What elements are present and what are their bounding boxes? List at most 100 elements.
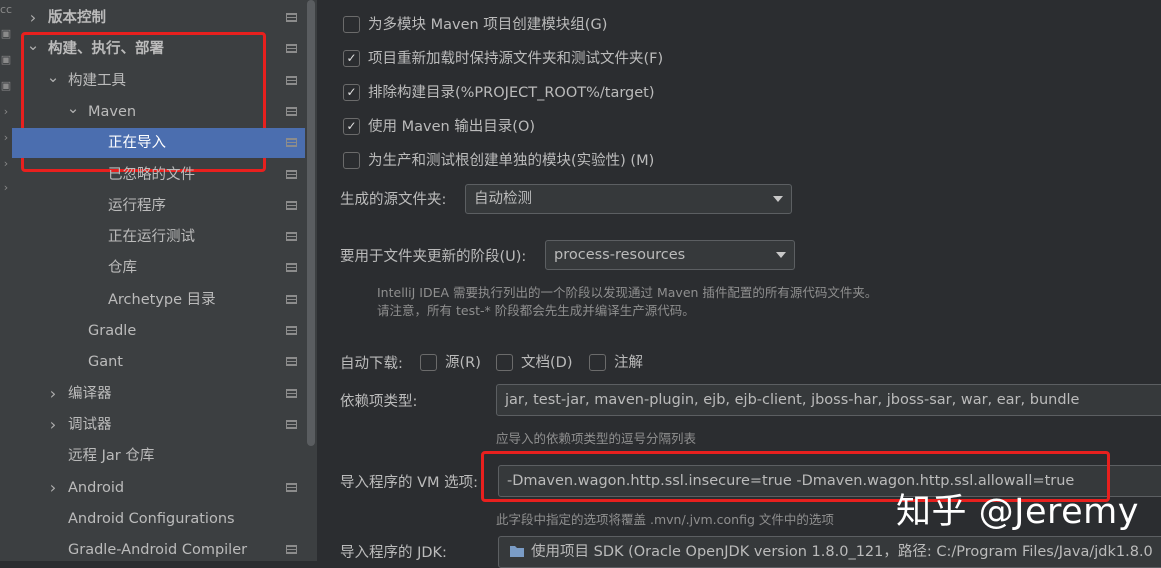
tree-item-label: Archetype 目录: [108, 291, 216, 308]
tree-item-label: 编译器: [68, 385, 112, 402]
project-level-icon: [286, 263, 297, 273]
dependency-types-input[interactable]: jar, test-jar, maven-plugin, ejb, ejb-cl…: [496, 384, 1161, 416]
jdk-dropdown[interactable]: 使用项目 SDK (Oracle OpenJDK version 1.8.0_1…: [498, 536, 1161, 568]
jdk-label: 导入程序的 JDK:: [340, 545, 447, 561]
tool-icon[interactable]: ▣: [0, 78, 12, 94]
tree-item-4[interactable]: 正在导入: [12, 128, 305, 159]
dropdown-value: process-resources: [554, 247, 686, 263]
tree-item-label: 构建工具: [68, 72, 126, 89]
tree-item-12[interactable]: › 编译器: [12, 379, 305, 409]
tree-item-label: 已忽略的文件: [108, 166, 195, 183]
tree-item-11[interactable]: Gant: [12, 347, 305, 377]
dependency-types-hint: 应导入的依赖项类型的逗号分隔列表: [496, 431, 697, 446]
tree-item-3[interactable]: ⌄ Maven: [12, 97, 305, 127]
project-level-icon: [286, 419, 297, 429]
project-level-icon: [286, 326, 297, 335]
phase-hint-line2: 请注意，所有 test-* 阶段都会先生成并编译生产源代码。: [377, 303, 695, 318]
project-level-icon: [286, 482, 297, 492]
tree-item-label: 正在导入: [108, 135, 166, 152]
chevron-right-icon[interactable]: ›: [0, 180, 12, 196]
tree-item-label: Gant: [88, 354, 123, 371]
generated-sources-label: 生成的源文件夹:: [340, 192, 447, 208]
tree-item-16[interactable]: Android Configurations: [12, 504, 305, 534]
scrollbar-thumb[interactable]: [307, 0, 315, 446]
tree-item-9[interactable]: Archetype 目录: [12, 285, 305, 315]
chevron-down-icon: [776, 252, 786, 258]
generated-sources-dropdown[interactable]: 自动检测: [465, 184, 792, 214]
chevron-down-icon[interactable]: ⌄: [66, 93, 80, 123]
chevron-right-icon[interactable]: ›: [0, 156, 12, 172]
tree-item-label: 正在运行测试: [108, 229, 195, 246]
tree-item-1[interactable]: ⌄ 构建、执行、部署: [12, 34, 305, 64]
phase-label: 要用于文件夹更新的阶段(U):: [340, 249, 527, 265]
chevron-right-icon[interactable]: ›: [46, 410, 60, 440]
chevron-right-icon[interactable]: ›: [46, 379, 60, 409]
chevron-right-icon[interactable]: ›: [26, 3, 40, 33]
tree-item-label: 远程 Jar 仓库: [68, 448, 155, 465]
dependency-types-label: 依赖项类型:: [340, 394, 418, 410]
checkbox-label: 文档(D): [521, 355, 573, 371]
tree-item-2[interactable]: ⌄ 构建工具: [12, 66, 305, 96]
chevron-right-icon[interactable]: ›: [0, 130, 12, 146]
checkbox-box[interactable]: [589, 354, 606, 371]
checkbox-box[interactable]: [343, 152, 360, 169]
tree-item-15[interactable]: › Android: [12, 473, 305, 503]
left-tool-strip: cc ▣ ▣ ▣ › › › ›: [0, 0, 12, 561]
tree-item-label: 仓库: [108, 260, 137, 277]
checkbox-box[interactable]: [496, 354, 513, 371]
tool-icon[interactable]: ▣: [0, 26, 12, 42]
project-level-icon: [286, 44, 297, 54]
project-level-icon: [286, 232, 297, 242]
project-level-icon: [286, 200, 297, 210]
tree-item-label: Maven: [88, 103, 137, 120]
tree-item-label: Gradle: [88, 323, 137, 339]
checkbox-label: 为多模块 Maven 项目创建模块组(G): [368, 17, 608, 33]
watermark: 知乎 @Jeremy: [896, 492, 1139, 532]
project-level-icon: [286, 169, 297, 179]
project-level-icon: [286, 75, 297, 85]
chevron-right-icon[interactable]: ›: [46, 473, 60, 503]
chevron-down-icon[interactable]: ⌄: [26, 30, 40, 60]
checkbox-label: 使用 Maven 输出目录(O): [368, 119, 536, 135]
input-value: jar, test-jar, maven-plugin, ejb, ejb-cl…: [505, 392, 1080, 408]
checkbox-box[interactable]: [343, 16, 360, 33]
tree-item-label: 运行程序: [108, 197, 166, 214]
project-level-icon: [286, 13, 297, 22]
tree-item-10[interactable]: Gradle: [12, 316, 305, 346]
phase-hint-line1: IntelliJ IDEA 需要执行列出的一个阶段以发现通过 Maven 插件配…: [377, 285, 878, 300]
tree-item-0[interactable]: › 版本控制: [12, 3, 305, 33]
sidebar-scrollbar[interactable]: [305, 0, 317, 561]
phase-dropdown[interactable]: process-resources: [545, 240, 795, 270]
dropdown-value: 自动检测: [474, 191, 532, 207]
project-level-icon: [286, 138, 297, 148]
tree-item-label: 构建、执行、部署: [48, 41, 164, 58]
vm-options-hint: 此字段中指定的选项将覆盖 .mvn/.jvm.config 文件中的选项: [496, 512, 834, 527]
checkbox-box[interactable]: [420, 354, 437, 371]
vm-options-label: 导入程序的 VM 选项:: [340, 475, 479, 491]
checkbox-label: 注解: [614, 355, 643, 371]
checkmark-icon[interactable]: ✓: [343, 50, 360, 67]
project-level-icon: [286, 357, 297, 367]
project-level-icon: [286, 388, 297, 398]
checkbox-label: 排除构建目录(%PROJECT_ROOT%/target): [368, 85, 655, 101]
project-level-icon: [286, 545, 297, 555]
tree-item-7[interactable]: 正在运行测试: [12, 222, 305, 252]
tree-item-label: Android: [68, 479, 125, 496]
chevron-down-icon[interactable]: ⌄: [46, 62, 60, 92]
tool-icon[interactable]: ▣: [0, 52, 12, 68]
project-level-icon: [286, 294, 297, 304]
tree-item-5[interactable]: 已忽略的文件: [12, 160, 305, 190]
tree-item-label: 版本控制: [48, 10, 106, 26]
chevron-right-icon[interactable]: ›: [0, 104, 12, 120]
strip-label: cc: [0, 3, 13, 16]
tree-item-6[interactable]: 运行程序: [12, 191, 305, 221]
chevron-down-icon: [773, 196, 783, 202]
checkmark-icon[interactable]: ✓: [343, 118, 360, 135]
tree-item-14[interactable]: 远程 Jar 仓库: [12, 441, 305, 471]
tree-item-13[interactable]: › 调试器: [12, 410, 305, 440]
checkmark-icon[interactable]: ✓: [343, 84, 360, 101]
tree-item-8[interactable]: 仓库: [12, 253, 305, 283]
input-value: 使用项目 SDK (Oracle OpenJDK version 1.8.0_1…: [531, 544, 1153, 560]
checkbox-label: 项目重新加载时保持源文件夹和测试文件夹(F): [368, 51, 664, 67]
tree-item-label: 调试器: [68, 416, 112, 433]
